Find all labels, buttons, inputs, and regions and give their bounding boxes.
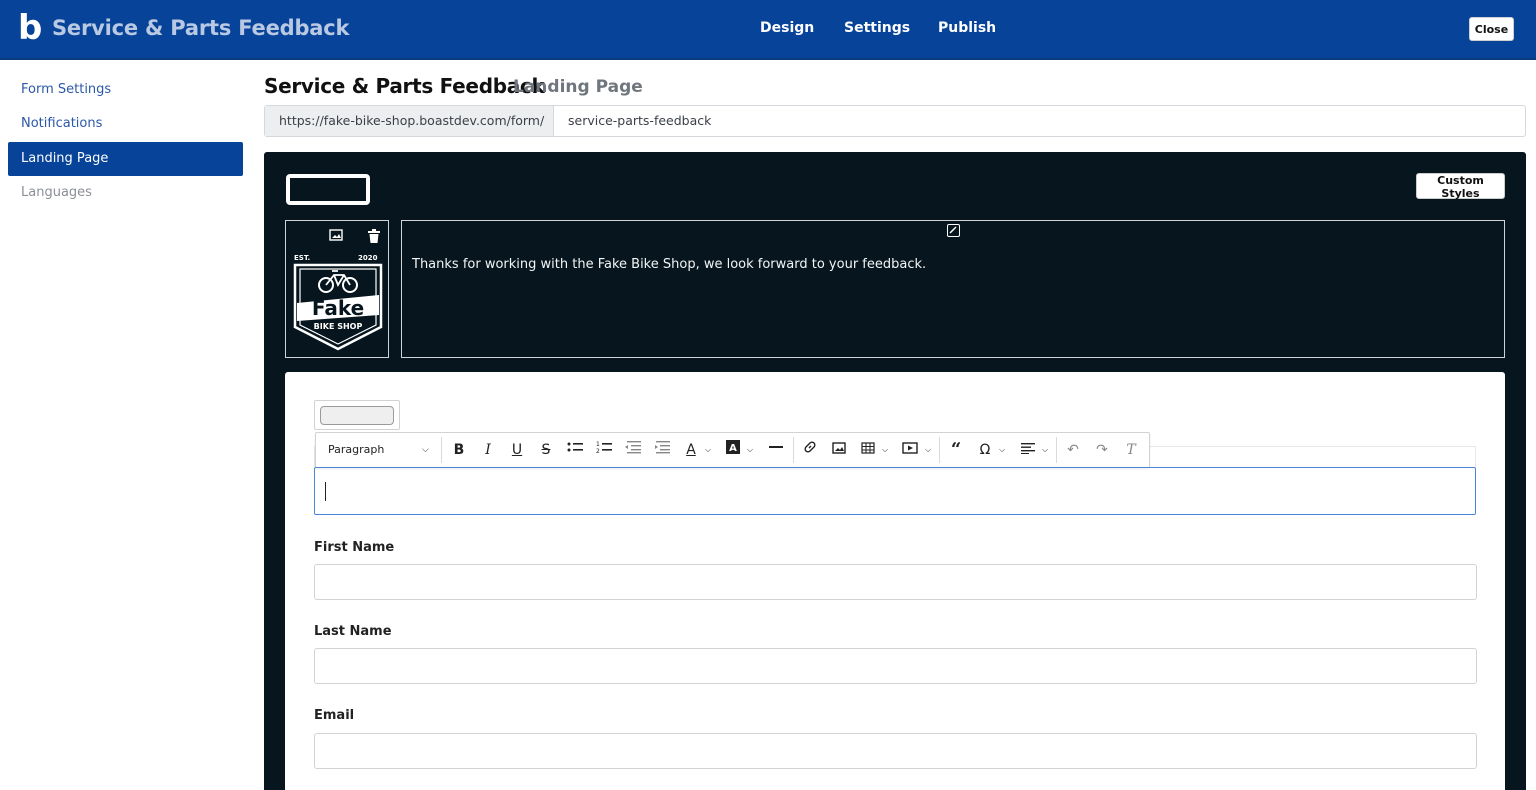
sidebar-item-landing-page[interactable]: Landing Page [8, 142, 243, 176]
toolbar-divider [939, 437, 940, 463]
app-title: Service & Parts Feedback [52, 16, 350, 40]
special-characters-icon[interactable]: Ω [975, 440, 995, 460]
url-prefix: https://fake-bike-shop.boastdev.com/form… [265, 106, 554, 136]
numbered-list-icon[interactable]: 12 [594, 440, 614, 460]
strikethrough-icon[interactable]: S [536, 440, 556, 460]
last-name-input[interactable] [314, 648, 1477, 684]
horizontal-line-icon[interactable] [766, 440, 786, 460]
nav-design[interactable]: Design [760, 20, 814, 36]
trash-icon[interactable] [367, 229, 381, 243]
rich-text-toolbar: Paragraph ⌵ B I U S 12 A ⌵ A ⌵ ⌵ ⌵ “ Ω ⌵… [315, 432, 1150, 468]
link-icon[interactable] [800, 440, 820, 460]
close-button[interactable]: Close [1469, 17, 1514, 41]
email-input[interactable] [314, 733, 1477, 769]
chevron-down-icon[interactable]: ⌵ [997, 440, 1007, 460]
svg-text:A: A [729, 443, 737, 454]
background-color-icon[interactable]: A [723, 440, 743, 460]
chevron-down-icon: ⌵ [422, 445, 429, 455]
sidebar-item-notifications[interactable]: Notifications [8, 107, 243, 141]
align-icon[interactable] [1018, 440, 1038, 460]
undo-icon[interactable]: ↶ [1063, 440, 1083, 460]
first-name-input[interactable] [314, 564, 1477, 600]
chevron-down-icon[interactable]: ⌵ [880, 440, 890, 460]
first-name-label: First Name [314, 540, 395, 555]
header-button-placeholder[interactable] [286, 174, 370, 205]
bulleted-list-icon[interactable] [565, 440, 585, 460]
text-caret [325, 482, 326, 501]
nav-settings[interactable]: Settings [844, 20, 910, 36]
svg-text:2020: 2020 [358, 254, 378, 262]
chevron-down-icon[interactable]: ⌵ [745, 440, 755, 460]
form-card: Paragraph ⌵ B I U S 12 A ⌵ A ⌵ ⌵ ⌵ “ Ω ⌵… [285, 372, 1505, 790]
blank-button[interactable] [320, 406, 394, 425]
url-input-group: https://fake-bike-shop.boastdev.com/form… [264, 105, 1526, 137]
welcome-text: Thanks for working with the Fake Bike Sh… [412, 257, 927, 272]
toolbar-divider [441, 437, 442, 463]
landing-page-canvas: Custom Styles EST. 2020 Fake BIKE SHOP T… [264, 152, 1526, 790]
outdent-icon[interactable] [623, 440, 643, 460]
chevron-down-icon[interactable]: ⌵ [923, 440, 933, 460]
svg-text:EST.: EST. [294, 254, 310, 262]
indent-icon[interactable] [652, 440, 672, 460]
sidebar-item-form-settings[interactable]: Form Settings [8, 73, 243, 107]
app-logo[interactable]: b [18, 11, 42, 45]
image-icon[interactable] [829, 440, 849, 460]
redo-icon[interactable]: ↷ [1092, 440, 1112, 460]
media-embed-icon[interactable] [900, 440, 920, 460]
top-bar: b Service & Parts Feedback Design Settin… [0, 0, 1536, 60]
last-name-label: Last Name [314, 624, 392, 639]
toolbar-divider [793, 437, 794, 463]
button-block[interactable] [314, 400, 400, 430]
svg-text:1: 1 [596, 441, 600, 448]
fake-bike-shop-logo: EST. 2020 Fake BIKE SHOP [293, 254, 383, 351]
table-icon[interactable] [858, 440, 878, 460]
chevron-down-icon[interactable]: ⌵ [703, 440, 713, 460]
logo-block[interactable]: EST. 2020 Fake BIKE SHOP [285, 220, 389, 358]
page-subtitle: Landing Page [513, 77, 643, 97]
italic-icon[interactable]: I [478, 440, 498, 460]
underline-icon[interactable]: U [507, 440, 527, 460]
svg-text:Fake: Fake [312, 296, 364, 320]
paragraph-format-dropdown[interactable]: Paragraph ⌵ [316, 433, 440, 467]
email-label: Email [314, 708, 355, 723]
svg-text:BIKE SHOP: BIKE SHOP [314, 322, 363, 331]
rich-text-editor[interactable] [314, 467, 1476, 515]
sidebar-item-languages[interactable]: Languages [8, 176, 243, 210]
toolbar-divider [1056, 437, 1057, 463]
custom-styles-button[interactable]: Custom Styles [1416, 173, 1505, 200]
welcome-text-block[interactable]: Thanks for working with the Fake Bike Sh… [401, 220, 1505, 358]
block-quote-icon[interactable]: “ [946, 440, 966, 460]
url-slug-input[interactable]: service-parts-feedback [568, 106, 711, 136]
svg-text:2: 2 [596, 448, 600, 454]
nav-publish[interactable]: Publish [938, 20, 996, 36]
remove-format-icon[interactable]: T [1121, 440, 1141, 460]
edit-icon[interactable] [947, 224, 960, 237]
bold-icon[interactable]: B [449, 440, 469, 460]
font-color-icon[interactable]: A [681, 440, 701, 460]
page-title: Service & Parts Feedback [264, 74, 545, 98]
paragraph-label: Paragraph [328, 443, 385, 456]
image-icon[interactable] [329, 229, 343, 243]
chevron-down-icon[interactable]: ⌵ [1040, 440, 1050, 460]
